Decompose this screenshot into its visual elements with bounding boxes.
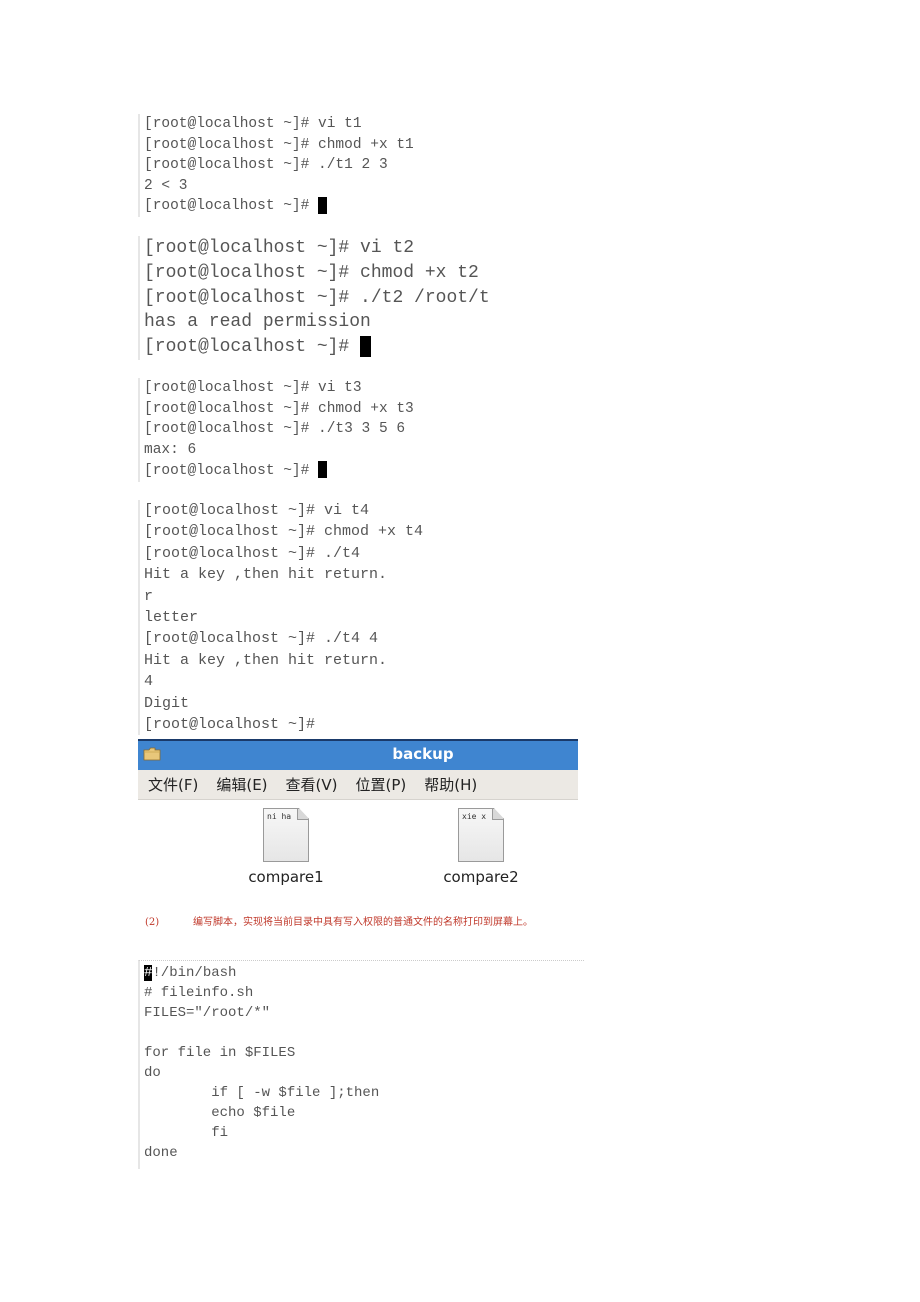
menu-view[interactable]: 查看(V) [286,774,338,795]
terminal-output-t1: [root@localhost ~]# vi t1 [root@localhost… [138,114,414,217]
file-name: compare1 [248,868,324,886]
terminal-cursor [318,196,328,214]
window-title: backup [392,745,454,763]
terminal-line: Hit a key ,then hit return. [144,651,388,669]
terminal-line: [root@localhost ~]# ./t4 [144,544,361,562]
text-file-icon: xie x [458,808,504,862]
file-preview-text: ni ha [267,812,292,821]
menu-help[interactable]: 帮助(H) [424,774,477,795]
file-view: ni ha compare1 xie x compare2 [138,800,578,900]
terminal-line: [root@localhost ~]# chmod +x t1 [144,136,414,153]
terminal-output-t4: [root@localhost ~]# vi t4 [root@localhost… [138,500,424,736]
code-line: if [ -w $file ];then [144,1085,380,1101]
file-item-compare1[interactable]: ni ha compare1 [231,808,341,886]
terminal-line: max: 6 [144,442,197,459]
code-line: # fileinfo.sh [144,985,254,1001]
file-item-compare2[interactable]: xie x compare2 [426,808,536,886]
terminal-line: [root@localhost ~]# ./t1 2 3 [144,157,388,173]
terminal-line: [root@localhost ~]# [144,461,414,482]
terminal-cursor [360,335,372,357]
task-text: 编写脚本，实现将当前目录中具有写入权限的普通文件的名称打印到屏幕上。 [193,917,533,928]
terminal-line: 4 [144,673,154,691]
task-number: (2) [145,917,160,928]
code-line: done [144,1145,178,1161]
terminal-line: [root@localhost ~]# vi t4 [144,502,370,519]
menu-edit[interactable]: 编辑(E) [216,774,267,795]
terminal-line: Digit [144,694,190,712]
window-title-bar[interactable]: backup [138,739,578,770]
file-preview-text: xie x [462,812,487,821]
terminal-line: [root@localhost ~]# ./t4 4 [144,630,379,648]
text-file-icon: ni ha [263,808,309,862]
script-editor: #!/bin/bash # fileinfo.sh FILES="/root/*"… [138,960,584,1169]
code-line: do [144,1065,161,1081]
menu-location[interactable]: 位置(P) [356,774,407,795]
code-line: echo $file [144,1105,296,1121]
terminal-line: Hit a key ,then hit return. [144,566,388,584]
terminal-line: [root@localhost ~]# ./t2 /root/t [144,287,490,308]
terminal-line: [root@localhost ~]# chmod +x t2 [144,262,479,283]
terminal-output-t2: [root@localhost ~]# vi t2 [root@localhost… [138,236,490,360]
terminal-line: 2 < 3 [144,177,188,194]
code-line: #!/bin/bash [144,965,237,981]
terminal-output-t3: [root@localhost ~]# vi t3 [root@localhost… [138,378,414,482]
file-name: compare2 [443,868,519,886]
code-line: FILES="/root/*" [144,1005,271,1021]
terminal-line: [root@localhost ~]# vi t3 [144,380,362,396]
task-description: (2) 编写脚本，实现将当前目录中具有写入权限的普通文件的名称打印到屏幕上。 [145,913,533,928]
terminal-line: [root@localhost ~]# [144,716,316,734]
menu-file[interactable]: 文件(F) [148,774,198,795]
terminal-line: letter [144,609,199,627]
file-manager-window: backup 文件(F) 编辑(E) 查看(V) 位置(P) 帮助(H) ni … [138,739,578,899]
terminal-line: [root@localhost ~]# vi t2 [144,238,415,258]
terminal-line: [root@localhost ~]# vi t1 [144,116,362,132]
terminal-line: r [144,587,154,605]
terminal-line: [root@localhost ~]# chmod +x t3 [144,400,414,417]
terminal-line: [root@localhost ~]# [144,196,414,217]
terminal-line: has a read permission [144,312,371,333]
terminal-line: [root@localhost ~]# [144,335,490,360]
code-line: fi [144,1125,229,1141]
code-line: for file in $FILES [144,1045,296,1061]
terminal-line: [root@localhost ~]# chmod +x t4 [144,523,424,541]
menu-bar: 文件(F) 编辑(E) 查看(V) 位置(P) 帮助(H) [138,770,578,800]
terminal-cursor [318,461,328,479]
terminal-line: [root@localhost ~]# ./t3 3 5 6 [144,421,406,438]
